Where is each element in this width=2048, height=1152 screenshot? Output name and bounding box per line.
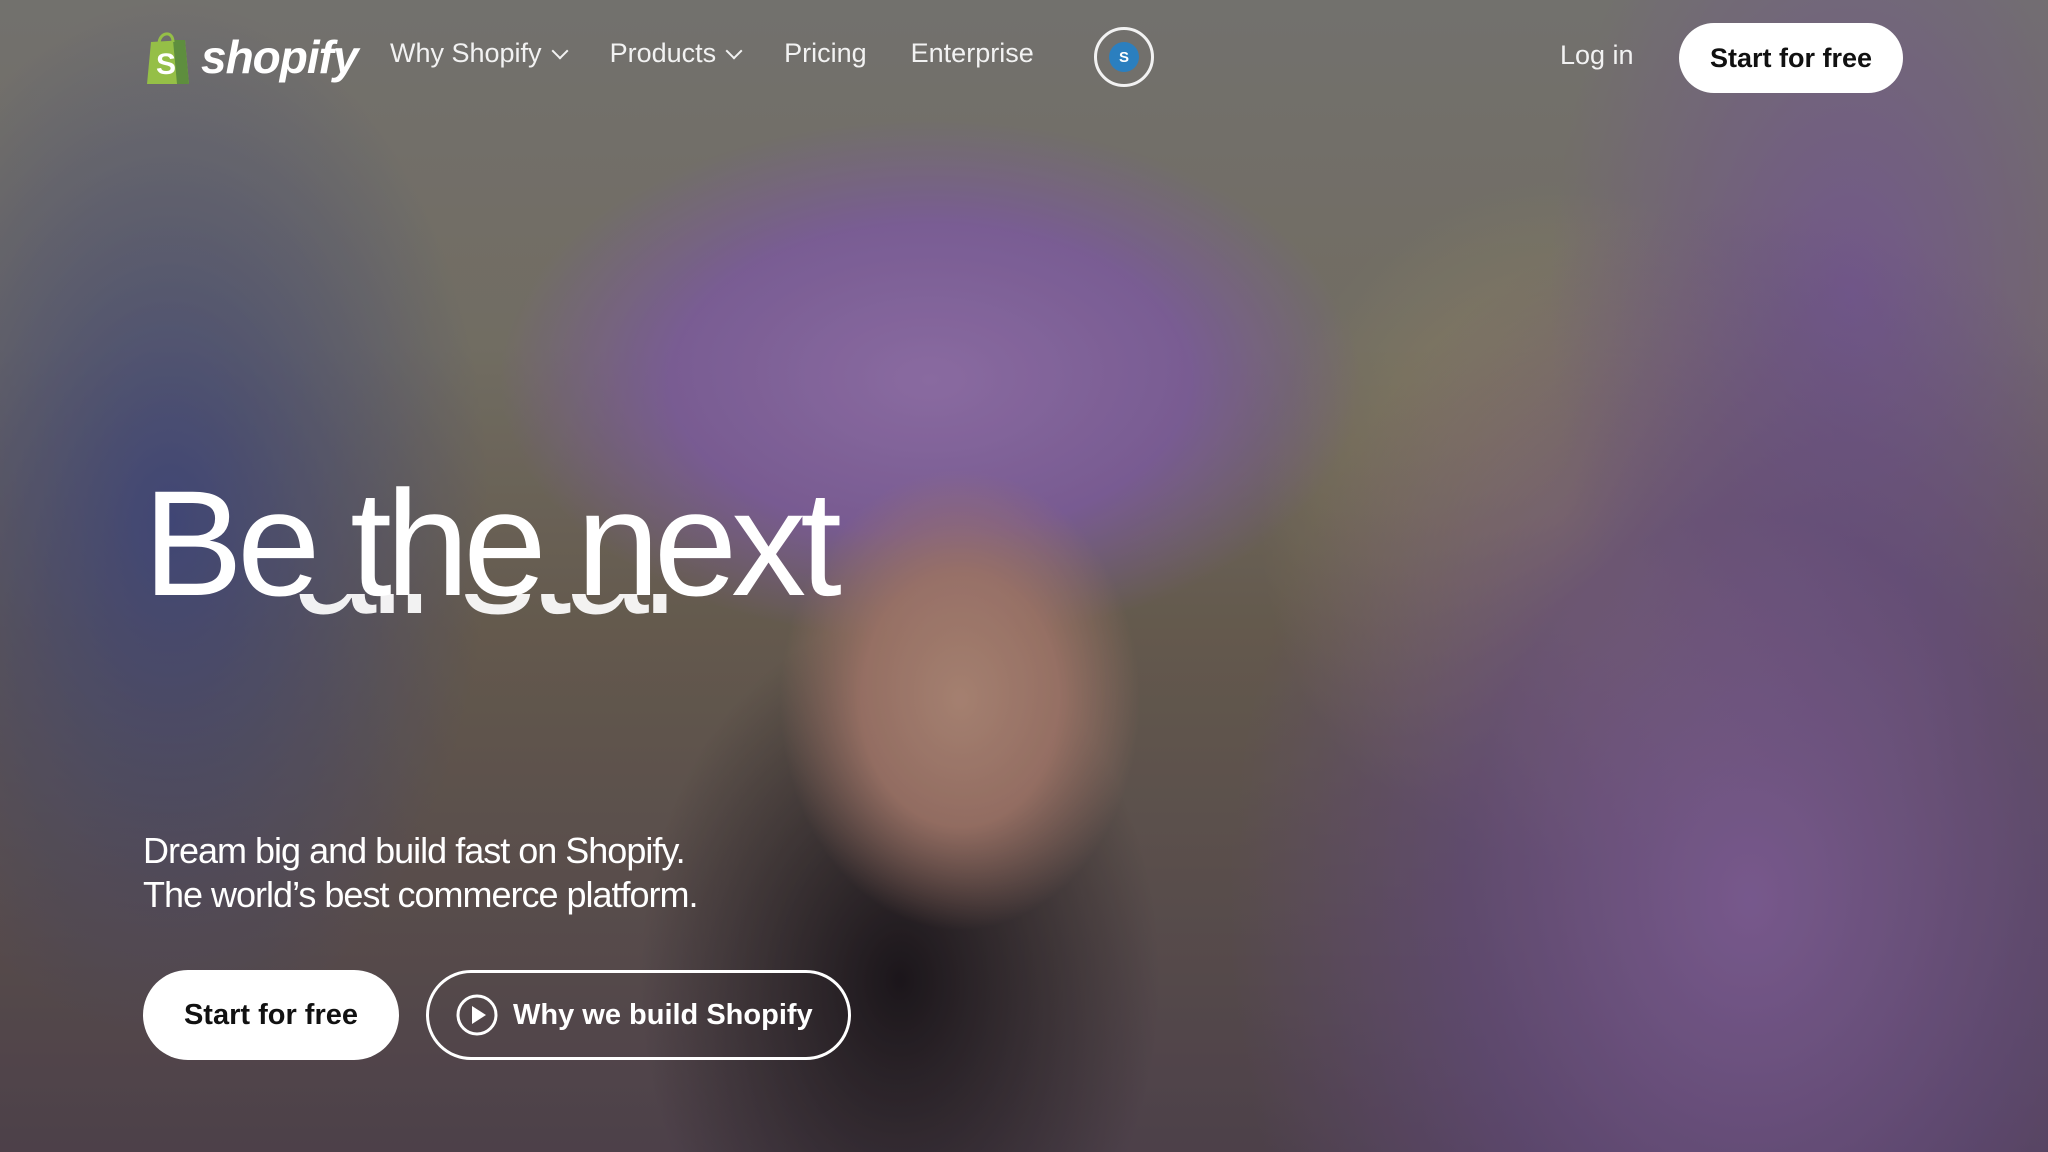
hero-cta-row: Start for free Why we build Shopify bbox=[143, 970, 851, 1060]
svg-text:S: S bbox=[156, 48, 176, 81]
nav-why-shopify[interactable]: Why Shopify bbox=[390, 38, 569, 69]
nav-pricing-label: Pricing bbox=[784, 38, 867, 68]
brand-name: shopify bbox=[201, 31, 359, 83]
nav-enterprise-label: Enterprise bbox=[910, 38, 1034, 68]
hero-subtitle-line-2: The world’s best commerce platform. bbox=[143, 874, 699, 915]
start-for-free-header-button[interactable]: Start for free bbox=[1679, 23, 1903, 93]
login-link[interactable]: Log in bbox=[1560, 40, 1634, 71]
why-we-build-shopify-label: Why we build Shopify bbox=[513, 998, 813, 1031]
nav-products[interactable]: Products bbox=[609, 38, 743, 69]
top-navigation: S shopify Why Shopify Products Pricing E… bbox=[0, 0, 2048, 116]
nav-why-shopify-label: Why Shopify bbox=[390, 38, 542, 68]
hero-section: S shopify Why Shopify Products Pricing E… bbox=[0, 0, 2048, 1152]
shopping-bag-icon: S bbox=[147, 32, 189, 84]
nav-enterprise[interactable]: Enterprise bbox=[911, 38, 1034, 69]
main-nav: Why Shopify Products Pricing Enterprise bbox=[390, 38, 1034, 69]
why-we-build-shopify-button[interactable]: Why we build Shopify bbox=[426, 970, 851, 1060]
play-circle-icon bbox=[456, 994, 498, 1036]
shop-app-icon: S bbox=[1109, 42, 1139, 72]
hero-rotating-word-text: all star bbox=[293, 594, 687, 636]
hero-rotating-word: all star bbox=[293, 594, 687, 640]
chevron-down-icon bbox=[725, 42, 743, 59]
nav-pricing[interactable]: Pricing bbox=[784, 38, 867, 69]
hero-subtitle-line-1: Dream big and build fast on Shopify. bbox=[143, 830, 686, 871]
hero-subtitle: Dream big and build fast on Shopify. The… bbox=[143, 829, 699, 917]
chevron-down-icon bbox=[551, 42, 569, 59]
shopify-logo[interactable]: S shopify bbox=[143, 28, 359, 86]
shop-app-button[interactable]: S bbox=[1094, 27, 1154, 87]
hero-headline-group: Be the next all star bbox=[143, 468, 842, 636]
nav-products-label: Products bbox=[609, 38, 717, 68]
start-for-free-button[interactable]: Start for free bbox=[143, 970, 399, 1060]
